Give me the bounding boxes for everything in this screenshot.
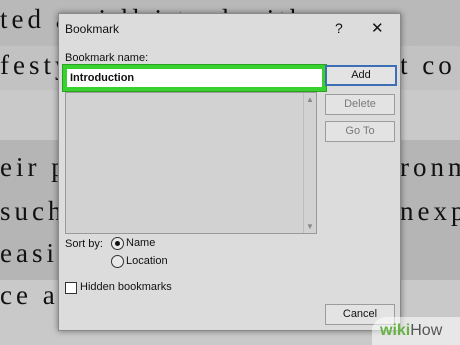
go-to-button[interactable]: Go To bbox=[325, 121, 395, 142]
hidden-bookmarks-checkbox[interactable] bbox=[65, 282, 77, 294]
sort-name-label[interactable]: Name bbox=[126, 237, 155, 249]
bookmark-dialog: Bookmark ? ✕ Bookmark name: Introduction… bbox=[58, 13, 401, 331]
close-button[interactable]: ✕ bbox=[371, 19, 384, 37]
radio-selected-dot bbox=[115, 241, 120, 246]
scroll-down-icon[interactable]: ▼ bbox=[306, 222, 314, 231]
bookmark-name-input[interactable]: Introduction bbox=[63, 65, 326, 91]
delete-button[interactable]: Delete bbox=[325, 94, 395, 115]
dialog-title: Bookmark bbox=[65, 22, 120, 36]
watermark-prefix: wiki bbox=[380, 322, 411, 339]
document-text-line: ronm bbox=[400, 152, 460, 182]
hidden-bookmarks-label[interactable]: Hidden bookmarks bbox=[80, 281, 172, 293]
bookmark-name-label: Bookmark name: bbox=[65, 52, 149, 64]
help-button[interactable]: ? bbox=[335, 20, 343, 36]
add-button[interactable]: Add bbox=[325, 65, 397, 86]
list-scrollbar[interactable]: ▲ ▼ bbox=[303, 93, 316, 233]
sort-location-radio[interactable] bbox=[111, 255, 124, 268]
sort-by-label: Sort by: bbox=[65, 238, 103, 250]
bookmark-list[interactable]: ▲ ▼ bbox=[65, 92, 317, 234]
scroll-up-icon[interactable]: ▲ bbox=[306, 95, 314, 104]
sort-name-radio[interactable] bbox=[111, 237, 124, 250]
wikihow-watermark: wikiHow bbox=[372, 317, 460, 345]
document-text-line: t co bbox=[400, 50, 456, 80]
watermark-suffix: How bbox=[410, 322, 443, 339]
sort-location-label[interactable]: Location bbox=[126, 255, 168, 267]
document-text-line: nexp bbox=[400, 196, 460, 226]
